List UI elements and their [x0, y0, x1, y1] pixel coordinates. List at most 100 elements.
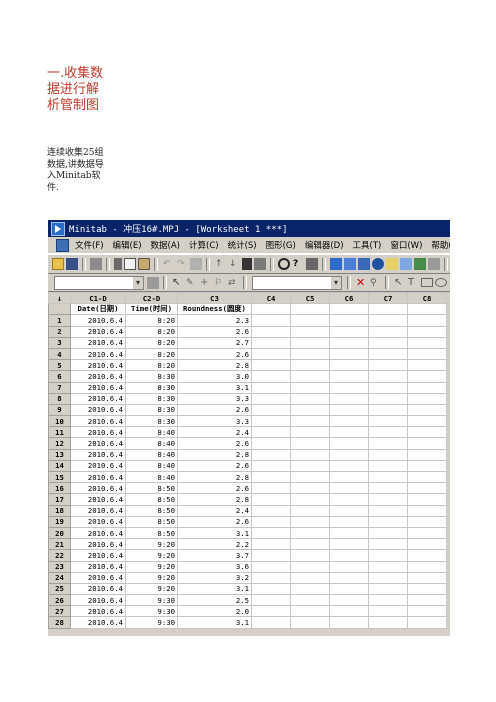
empty-cell[interactable]: [290, 336, 330, 349]
time-cell[interactable]: 8:50: [125, 493, 178, 506]
empty-cell[interactable]: [251, 426, 291, 439]
paste-icon[interactable]: [138, 258, 150, 270]
empty-cell[interactable]: [251, 571, 291, 584]
empty-cell[interactable]: [290, 314, 330, 327]
row-number[interactable]: 23: [48, 560, 71, 573]
date-cell[interactable]: 2010.6.4: [70, 336, 126, 349]
time-cell[interactable]: 8:50: [125, 526, 178, 540]
redo-icon[interactable]: ↷: [176, 258, 188, 270]
date-cell[interactable]: 2010.6.4: [70, 549, 126, 562]
date-cell[interactable]: 2010.6.4: [70, 359, 126, 372]
empty-cell[interactable]: [407, 582, 447, 596]
pen-icon[interactable]: ✎: [185, 277, 197, 289]
time-cell[interactable]: 9:20: [125, 538, 178, 551]
menu-window[interactable]: 窗口(W): [390, 239, 422, 251]
row-number[interactable]: 4: [48, 347, 71, 361]
empty-cell[interactable]: [290, 571, 330, 584]
time-cell[interactable]: 8:20: [125, 359, 178, 372]
empty-cell[interactable]: [407, 549, 447, 562]
empty-cell[interactable]: [368, 616, 408, 629]
empty-cell[interactable]: [368, 594, 408, 607]
empty-cell[interactable]: [329, 426, 369, 439]
empty-cell[interactable]: [368, 560, 408, 573]
empty-cell[interactable]: [290, 359, 330, 372]
row-number[interactable]: 11: [48, 426, 71, 439]
empty-cell[interactable]: [251, 359, 291, 372]
roundness-cell[interactable]: 3.6: [177, 560, 252, 573]
menu-stat[interactable]: 统计(S): [228, 239, 257, 251]
empty-cell[interactable]: [329, 470, 369, 484]
date-cell[interactable]: 2010.6.4: [70, 594, 126, 607]
find-icon[interactable]: [242, 258, 252, 270]
empty-cell[interactable]: [251, 549, 291, 562]
row-number[interactable]: 13: [48, 448, 71, 461]
column-name-cell[interactable]: [329, 303, 369, 316]
empty-cell[interactable]: [368, 526, 408, 540]
empty-cell[interactable]: [329, 549, 369, 562]
empty-cell[interactable]: [407, 314, 447, 327]
empty-cell[interactable]: [368, 359, 408, 372]
time-cell[interactable]: 8:30: [125, 415, 178, 428]
zoom-icon[interactable]: ⚲: [369, 277, 381, 289]
empty-cell[interactable]: [290, 392, 330, 405]
empty-cell[interactable]: [329, 560, 369, 573]
crosshair-icon[interactable]: +: [199, 277, 211, 289]
column-name-cell[interactable]: Roundness(圆度): [177, 303, 252, 316]
time-cell[interactable]: 9:20: [125, 571, 178, 584]
empty-cell[interactable]: [251, 370, 291, 383]
date-cell[interactable]: 2010.6.4: [70, 448, 126, 461]
empty-cell[interactable]: [290, 493, 330, 506]
empty-cell[interactable]: [407, 415, 447, 428]
rectangle-icon[interactable]: [421, 278, 433, 287]
empty-cell[interactable]: [407, 526, 447, 540]
replace-icon[interactable]: [254, 258, 266, 270]
time-cell[interactable]: 9:20: [125, 582, 178, 596]
roundness-cell[interactable]: 2.8: [177, 448, 252, 461]
date-cell[interactable]: 2010.6.4: [70, 347, 126, 361]
empty-cell[interactable]: [329, 403, 369, 417]
date-cell[interactable]: 2010.6.4: [70, 392, 126, 405]
empty-cell[interactable]: [407, 504, 447, 517]
date-cell[interactable]: 2010.6.4: [70, 560, 126, 573]
empty-cell[interactable]: [290, 426, 330, 439]
empty-cell[interactable]: [290, 504, 330, 517]
roundness-cell[interactable]: 3.3: [177, 415, 252, 428]
empty-cell[interactable]: [329, 616, 369, 629]
empty-cell[interactable]: [407, 594, 447, 607]
column-name-cell[interactable]: [407, 303, 447, 316]
graph-select-combo[interactable]: [252, 275, 342, 290]
empty-cell[interactable]: [368, 325, 408, 338]
empty-cell[interactable]: [407, 403, 447, 417]
time-cell[interactable]: 8:30: [125, 381, 178, 394]
empty-cell[interactable]: [368, 459, 408, 473]
column-name-cell[interactable]: [368, 303, 408, 316]
empty-cell[interactable]: [329, 314, 369, 327]
empty-cell[interactable]: [368, 347, 408, 361]
empty-cell[interactable]: [368, 415, 408, 428]
column-header[interactable]: C6: [329, 291, 369, 305]
time-cell[interactable]: 8:20: [125, 325, 178, 338]
related-docs-icon[interactable]: [428, 258, 440, 270]
empty-cell[interactable]: [290, 549, 330, 562]
open-icon[interactable]: [52, 258, 64, 270]
row-number[interactable]: 8: [48, 392, 71, 405]
empty-cell[interactable]: [290, 448, 330, 461]
empty-cell[interactable]: [329, 359, 369, 372]
date-cell[interactable]: 2010.6.4: [70, 605, 126, 618]
empty-cell[interactable]: [368, 504, 408, 517]
empty-cell[interactable]: [251, 347, 291, 361]
row-number[interactable]: 15: [48, 470, 71, 484]
time-cell[interactable]: 9:30: [125, 605, 178, 618]
empty-cell[interactable]: [407, 560, 447, 573]
column-header[interactable]: C3: [177, 291, 252, 305]
empty-cell[interactable]: [290, 560, 330, 573]
empty-cell[interactable]: [329, 594, 369, 607]
flag-icon[interactable]: ⚐: [213, 277, 225, 289]
empty-cell[interactable]: [329, 347, 369, 361]
roundness-cell[interactable]: 2.4: [177, 504, 252, 517]
date-cell[interactable]: 2010.6.4: [70, 426, 126, 439]
empty-cell[interactable]: [368, 482, 408, 495]
empty-cell[interactable]: [251, 482, 291, 495]
roundness-cell[interactable]: 2.8: [177, 359, 252, 372]
empty-cell[interactable]: [290, 482, 330, 495]
